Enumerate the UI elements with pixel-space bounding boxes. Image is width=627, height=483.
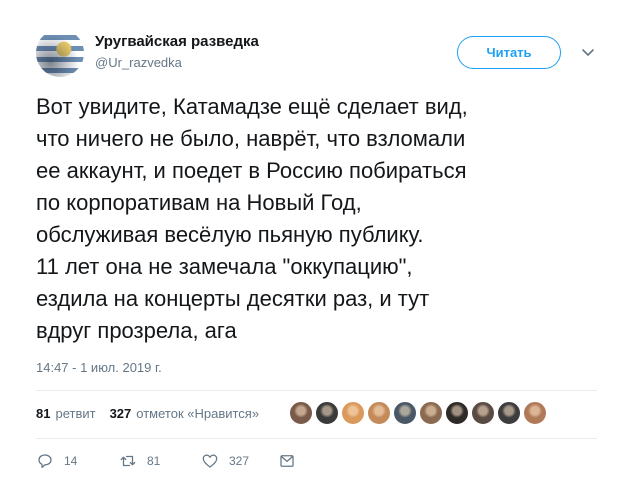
liker-avatar[interactable] xyxy=(523,401,547,425)
retweet-count: 81 xyxy=(147,454,161,468)
tweet-line: обслуживая весёлую пьяную публику. xyxy=(36,222,424,247)
divider xyxy=(36,390,597,391)
retweets-stat[interactable]: 81 ретвит xyxy=(36,406,96,421)
likes-stat[interactable]: 327 отметок «Нравится» xyxy=(110,406,260,421)
retweets-label: ретвит xyxy=(55,406,96,421)
liker-avatar[interactable] xyxy=(393,401,417,425)
tweet-line: ездила на концерты десятки раз, и тут xyxy=(36,286,430,311)
tweet-timestamp[interactable]: 14:47 - 1 июл. 2019 г. xyxy=(36,360,162,375)
divider xyxy=(36,438,597,439)
account-handle[interactable]: @Ur_razvedka xyxy=(95,55,182,70)
avatar[interactable] xyxy=(36,29,84,77)
tweet-text: Вот увидите, Катамадзе ещё сделает вид, … xyxy=(36,91,596,347)
tweet-stats: 81 ретвит 327 отметок «Нравится» xyxy=(36,406,259,421)
like-button[interactable]: 327 xyxy=(201,452,249,470)
liker-avatar[interactable] xyxy=(497,401,521,425)
liker-avatar[interactable] xyxy=(419,401,443,425)
liker-avatar[interactable] xyxy=(367,401,391,425)
reply-button[interactable]: 14 xyxy=(36,452,77,470)
follow-button[interactable]: Читать xyxy=(457,36,561,69)
retweets-count: 81 xyxy=(36,406,51,421)
tweet-line: что ничего не было, наврёт, что взломали xyxy=(36,126,466,151)
envelope-icon xyxy=(280,455,294,467)
likes-count: 327 xyxy=(109,406,132,421)
liker-avatar[interactable] xyxy=(289,401,313,425)
reply-icon xyxy=(38,454,52,469)
retweet-icon xyxy=(120,455,136,467)
tweet-line: 11 лет она не замечала "оккупацию", xyxy=(36,254,413,279)
account-name[interactable]: Уругвайская разведка xyxy=(95,33,259,50)
heart-icon xyxy=(202,454,218,468)
retweet-button[interactable]: 81 xyxy=(119,452,160,470)
tweet-line: Вот увидите, Катамадзе ещё сделает вид, xyxy=(36,94,468,119)
liker-avatar[interactable] xyxy=(315,401,339,425)
likes-label: отметок «Нравится» xyxy=(136,406,260,421)
tweet-line: вдруг прозрела, ага xyxy=(36,318,237,343)
avatar-shade xyxy=(36,29,84,77)
chevron-down-icon[interactable] xyxy=(580,44,596,60)
tweet-line: ее аккаунт, и поедет в Россию побираться xyxy=(36,158,467,183)
liker-avatar[interactable] xyxy=(341,401,365,425)
liker-avatar[interactable] xyxy=(445,401,469,425)
like-count: 327 xyxy=(229,454,250,468)
liker-avatar[interactable] xyxy=(471,401,495,425)
reply-count: 14 xyxy=(64,454,78,468)
direct-message-button[interactable] xyxy=(278,452,296,470)
tweet-line: по корпоративам на Новый Год, xyxy=(36,190,362,215)
likers-avatars xyxy=(289,401,547,425)
